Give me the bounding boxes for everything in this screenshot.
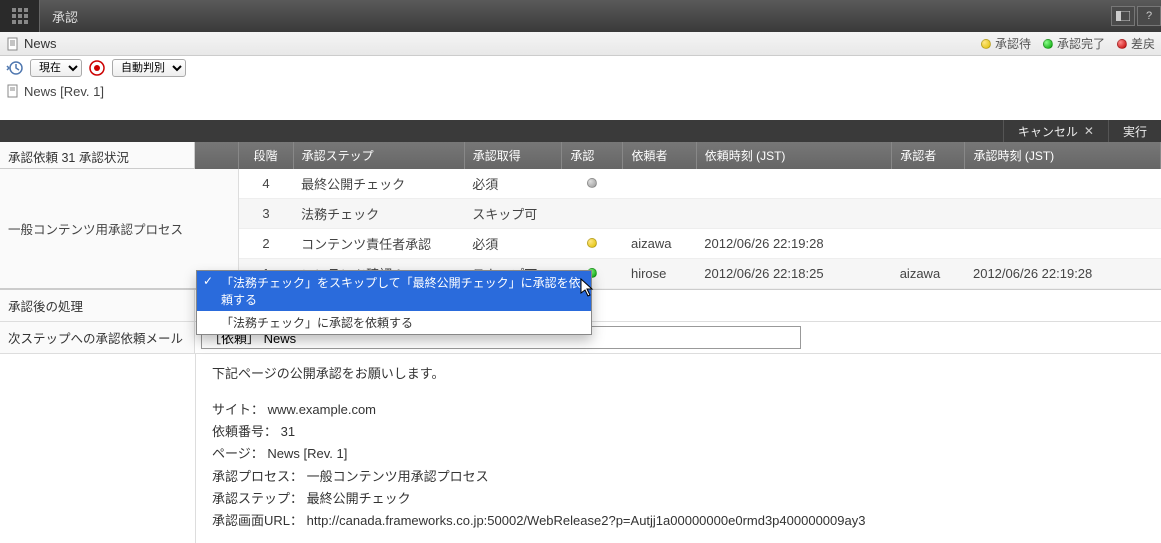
cell-step: コンテンツ責任者承認 [293, 229, 464, 259]
cell-approver [892, 199, 965, 229]
cell-status-dot [562, 229, 623, 259]
cell-get: 必須 [464, 169, 562, 199]
secondary-bar: News 承認待 承認完了 差戻 [0, 32, 1161, 56]
mail-body[interactable]: 下記ページの公開承認をお願いします。 サイト： www.example.com … [195, 354, 1161, 543]
th-reqtime: 依頼時刻 (JST) [696, 142, 891, 169]
cell-approver [892, 229, 965, 259]
mode-select[interactable]: 自動判別 [112, 59, 186, 77]
legend-wait: 承認待 [981, 35, 1031, 52]
cell-requester [623, 169, 696, 199]
action-bar: キャンセル✕ 実行 [0, 120, 1161, 142]
page-icon [6, 37, 20, 51]
status-dot-icon [587, 238, 597, 248]
cell-reqtime [696, 199, 891, 229]
cell-reqtime: 2012/06/26 22:19:28 [696, 229, 891, 259]
page-name-label: News [24, 36, 57, 51]
revision-label: News [Rev. 1] [24, 84, 104, 99]
execute-button[interactable]: 実行 [1108, 120, 1161, 142]
status-section-label: 承認依頼 31 承認状況 [0, 142, 195, 169]
cell-stage: 4 [238, 169, 293, 199]
window-title: 承認 [40, 7, 861, 26]
main-content: 承認プロセス 段階 承認ステップ 承認取得 承認 依頼者 依頼時刻 (JST) … [0, 142, 1161, 289]
cell-apprtime [965, 169, 1161, 199]
cell-reqtime: 2012/06/26 22:18:25 [696, 259, 891, 289]
th-requester: 依頼者 [623, 142, 696, 169]
cell-step: 法務チェック [293, 199, 464, 229]
cell-step: 最終公開チェック [293, 169, 464, 199]
th-stage: 段階 [238, 142, 293, 169]
cell-get: スキップ可 [464, 199, 562, 229]
cell-apprtime [965, 199, 1161, 229]
cell-get: 必須 [464, 229, 562, 259]
after-action-label: 承認後の処理 [0, 290, 195, 321]
cell-approver: aizawa [892, 259, 965, 289]
cell-requester: hirose [623, 259, 696, 289]
help-icon[interactable]: ? [1137, 6, 1161, 26]
dropdown-option-request[interactable]: 「法務チェック」に承認を依頼する [197, 311, 591, 334]
cell-stage: 2 [238, 229, 293, 259]
body-intro: 下記ページの公開承認をお願いします。 [212, 364, 1145, 384]
cell-status-dot [562, 169, 623, 199]
th-approver: 承認者 [892, 142, 965, 169]
legend-reject: 差戻 [1117, 35, 1155, 52]
legend-done: 承認完了 [1043, 35, 1105, 52]
app-icon [0, 0, 40, 32]
cell-apprtime: 2012/06/26 22:19:28 [965, 259, 1161, 289]
layout-toggle-icon[interactable] [1111, 6, 1135, 26]
close-icon: ✕ [1084, 124, 1094, 138]
cell-requester [623, 199, 696, 229]
title-bar: 承認 ? [0, 0, 1161, 32]
cell-apprtime [965, 229, 1161, 259]
th-get: 承認取得 [464, 142, 562, 169]
after-action-dropdown-menu: ✓ 「法務チェック」をスキップして「最終公開チェック」に承認を依頼する 「法務チ… [196, 270, 592, 335]
th-step: 承認ステップ [293, 142, 464, 169]
cell-approver [892, 169, 965, 199]
status-dot-icon [587, 178, 597, 188]
cell-status-dot [562, 199, 623, 229]
check-icon: ✓ [203, 274, 213, 288]
th-apprtime: 承認時刻 (JST) [965, 142, 1161, 169]
controls-bar: 現在 自動判別 [0, 56, 1161, 80]
dropdown-option-skip[interactable]: ✓ 「法務チェック」をスキップして「最終公開チェック」に承認を依頼する [197, 271, 591, 311]
history-icon[interactable] [6, 59, 24, 77]
cancel-button[interactable]: キャンセル✕ [1003, 120, 1108, 142]
page-icon [6, 84, 20, 98]
th-ok: 承認 [562, 142, 623, 169]
time-select[interactable]: 現在 [30, 59, 82, 77]
table-row: 一般コンテンツ用承認プロセス4最終公開チェック必須 [0, 169, 1161, 199]
mail-label: 次ステップへの承認依頼メール [0, 322, 195, 353]
revision-bar: News [Rev. 1] [0, 80, 1161, 102]
cell-stage: 3 [238, 199, 293, 229]
record-icon[interactable] [88, 59, 106, 77]
cell-requester: aizawa [623, 229, 696, 259]
cell-reqtime [696, 169, 891, 199]
